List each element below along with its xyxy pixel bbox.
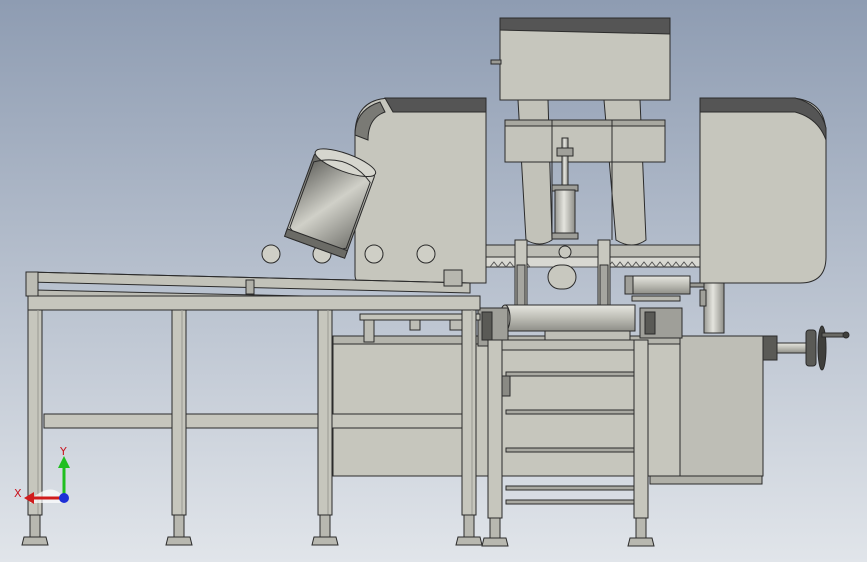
x-axis-label: X xyxy=(14,487,22,500)
right-wheel-housing xyxy=(699,97,827,284)
y-axis-label: Y xyxy=(59,445,67,458)
chip-chute xyxy=(699,282,725,334)
band-saw-drawing: X Y xyxy=(0,0,867,562)
cad-viewport[interactable]: X Y xyxy=(0,0,867,562)
